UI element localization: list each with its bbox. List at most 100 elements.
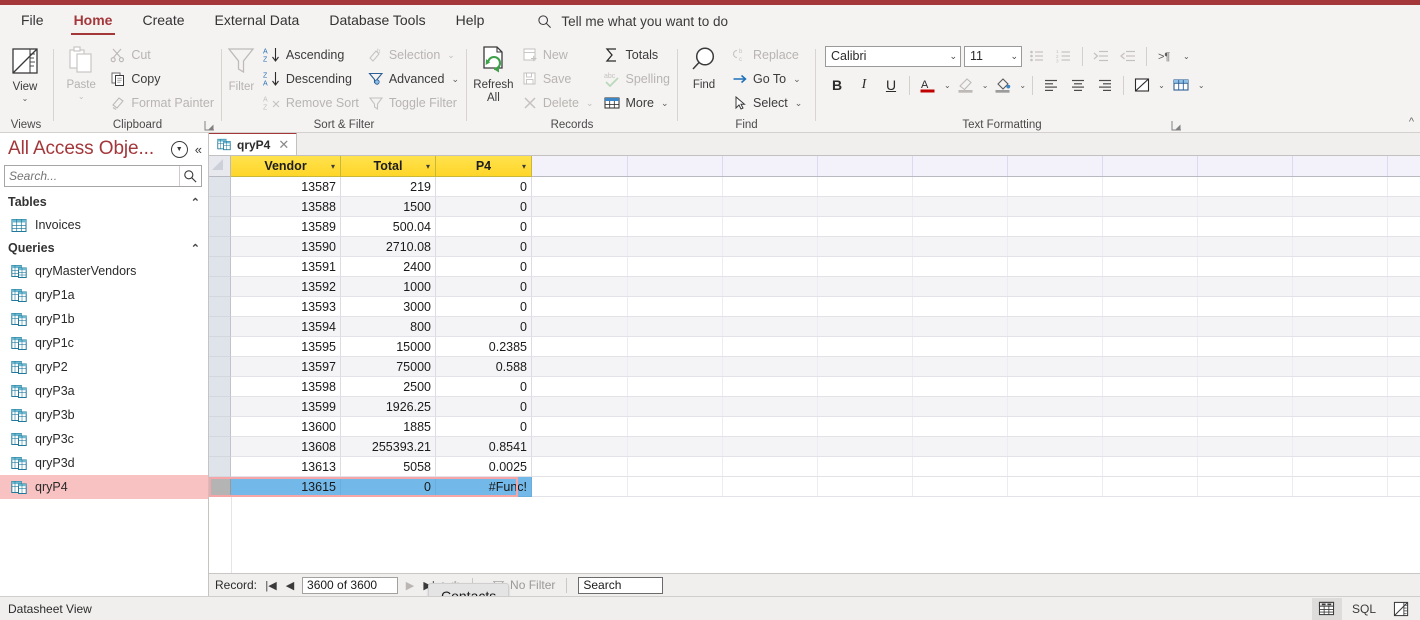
chevron-down-icon[interactable]: ⌄	[1158, 81, 1165, 90]
row-selector[interactable]	[209, 377, 231, 397]
nav-section-tables-header[interactable]: Tables ⌃	[0, 191, 208, 213]
cell-total[interactable]: 500.04	[341, 217, 436, 237]
cell-vendor[interactable]: 13591	[231, 257, 341, 277]
cell-total[interactable]: 15000	[341, 337, 436, 357]
text-highlight-button[interactable]	[954, 73, 978, 97]
column-header-p4[interactable]: P4 ▾	[436, 156, 532, 177]
ribbon-tab-home[interactable]: Home	[59, 8, 128, 35]
cell-p4[interactable]: 0.0025	[436, 457, 532, 477]
row-selector[interactable]	[209, 277, 231, 297]
copy-button[interactable]: Copy	[107, 67, 220, 91]
align-left-button[interactable]	[1039, 73, 1063, 97]
cell-vendor[interactable]: 13608	[231, 437, 341, 457]
ribbon-tab-database-tools[interactable]: Database Tools	[314, 8, 440, 34]
row-selector[interactable]	[209, 257, 231, 277]
row-selector[interactable]	[209, 337, 231, 357]
cell-vendor[interactable]: 13593	[231, 297, 341, 317]
cell-p4[interactable]: 0	[436, 377, 532, 397]
nav-item-qryp1a[interactable]: qryP1a	[0, 283, 208, 307]
cell-p4[interactable]: 0	[436, 417, 532, 437]
table-row[interactable]: 13589 500.04 0	[209, 217, 1420, 237]
row-selector[interactable]	[209, 297, 231, 317]
cell-vendor[interactable]: 13613	[231, 457, 341, 477]
cell-total[interactable]: 2400	[341, 257, 436, 277]
nav-item-qryp3c[interactable]: qryP3c	[0, 427, 208, 451]
selection-button[interactable]: b Selection ⌄	[365, 43, 465, 67]
table-row[interactable]: 13600 1885 0	[209, 417, 1420, 437]
cell-p4[interactable]: 0	[436, 217, 532, 237]
increase-indent-button[interactable]	[1089, 44, 1113, 68]
table-row[interactable]: 13593 3000 0	[209, 297, 1420, 317]
cell-vendor[interactable]: 13592	[231, 277, 341, 297]
nav-item-invoices[interactable]: Invoices	[0, 213, 208, 237]
nav-item-qryp1b[interactable]: qryP1b	[0, 307, 208, 331]
row-selector-current[interactable]	[209, 477, 231, 497]
cell-vendor[interactable]: 13597	[231, 357, 341, 377]
cell-vendor[interactable]: 13595	[231, 337, 341, 357]
column-header-vendor[interactable]: Vendor ▾	[231, 156, 341, 177]
view-button[interactable]: View ⌄	[0, 41, 52, 103]
row-selector[interactable]	[209, 357, 231, 377]
cell-vendor[interactable]: 13598	[231, 377, 341, 397]
cell-vendor[interactable]: 13590	[231, 237, 341, 257]
find-button[interactable]: Find	[679, 41, 729, 92]
tell-me-box[interactable]: Tell me what you want to do	[537, 14, 728, 29]
format-painter-button[interactable]: Format Painter	[107, 91, 220, 115]
refresh-all-button[interactable]: Refresh All	[468, 41, 519, 105]
spelling-button[interactable]: abc Spelling	[600, 67, 676, 91]
chevron-up-icon[interactable]: ⌃	[191, 196, 200, 209]
navigation-search-row[interactable]	[4, 165, 202, 187]
font-size-combo[interactable]: 11 ⌄	[964, 45, 1022, 67]
sort-descending-button[interactable]: Z A Descending	[260, 67, 365, 91]
table-row[interactable]: 13592 1000 0	[209, 277, 1420, 297]
cell-p4[interactable]: 0	[436, 277, 532, 297]
ribbon-tab-create[interactable]: Create	[127, 8, 199, 34]
table-row-selected[interactable]: 13615 0 #Func!	[209, 477, 1420, 497]
row-selector[interactable]	[209, 417, 231, 437]
dropdown-circle-icon[interactable]: ▼	[170, 140, 188, 158]
cell-total[interactable]: 3000	[341, 297, 436, 317]
cell-total[interactable]: 219	[341, 177, 436, 197]
row-selector[interactable]	[209, 437, 231, 457]
chevron-down-icon[interactable]: ⌄	[1019, 81, 1026, 90]
cell-p4[interactable]: 0.8541	[436, 437, 532, 457]
ribbon-tab-help[interactable]: Help	[441, 8, 500, 34]
table-row[interactable]: 13594 800 0	[209, 317, 1420, 337]
cell-vendor[interactable]: 13587	[231, 177, 341, 197]
table-row[interactable]: 13599 1926.25 0	[209, 397, 1420, 417]
table-row[interactable]: 13588 1500 0	[209, 197, 1420, 217]
double-chevron-left-icon[interactable]: «	[195, 142, 202, 157]
paste-button[interactable]: Paste ⌄	[55, 41, 107, 101]
nav-item-qryp3a[interactable]: qryP3a	[0, 379, 208, 403]
save-record-button[interactable]: Save	[519, 67, 600, 91]
chevron-down-icon[interactable]: ⌄	[1198, 81, 1205, 90]
chevron-down-icon[interactable]: ⌄	[1183, 52, 1190, 61]
nav-item-qryp1c[interactable]: qryP1c	[0, 331, 208, 355]
table-row[interactable]: 13598 2500 0	[209, 377, 1420, 397]
table-row[interactable]: 13608 255393.21 0.8541	[209, 437, 1420, 457]
next-record-button[interactable]: ▶	[403, 579, 417, 592]
datasheet-view-button[interactable]	[1311, 597, 1342, 620]
close-icon[interactable]: ✕	[278, 137, 289, 153]
sql-view-button[interactable]: SQL	[1342, 602, 1386, 616]
chevron-down-icon[interactable]: ⌄	[982, 81, 989, 90]
chevron-down-icon[interactable]: ▾	[426, 162, 430, 171]
previous-record-button[interactable]: ◀	[283, 579, 297, 592]
row-selector[interactable]	[209, 317, 231, 337]
cell-p4[interactable]: 0	[436, 257, 532, 277]
cell-p4[interactable]: 0.588	[436, 357, 532, 377]
cell-p4[interactable]: 0	[436, 237, 532, 257]
cell-total[interactable]: 255393.21	[341, 437, 436, 457]
cell-total[interactable]: 1000	[341, 277, 436, 297]
align-center-button[interactable]	[1066, 73, 1090, 97]
row-selector[interactable]	[209, 197, 231, 217]
italic-button[interactable]: I	[852, 73, 876, 97]
cut-button[interactable]: Cut	[107, 43, 220, 67]
cell-total[interactable]: 1885	[341, 417, 436, 437]
cell-p4[interactable]: 0	[436, 317, 532, 337]
table-row[interactable]: 13613 5058 0.0025	[209, 457, 1420, 477]
bullets-button[interactable]	[1025, 44, 1049, 68]
alternate-fill-color-button[interactable]	[1168, 73, 1194, 97]
first-record-button[interactable]: |◀	[264, 579, 278, 592]
cell-vendor[interactable]: 13599	[231, 397, 341, 417]
